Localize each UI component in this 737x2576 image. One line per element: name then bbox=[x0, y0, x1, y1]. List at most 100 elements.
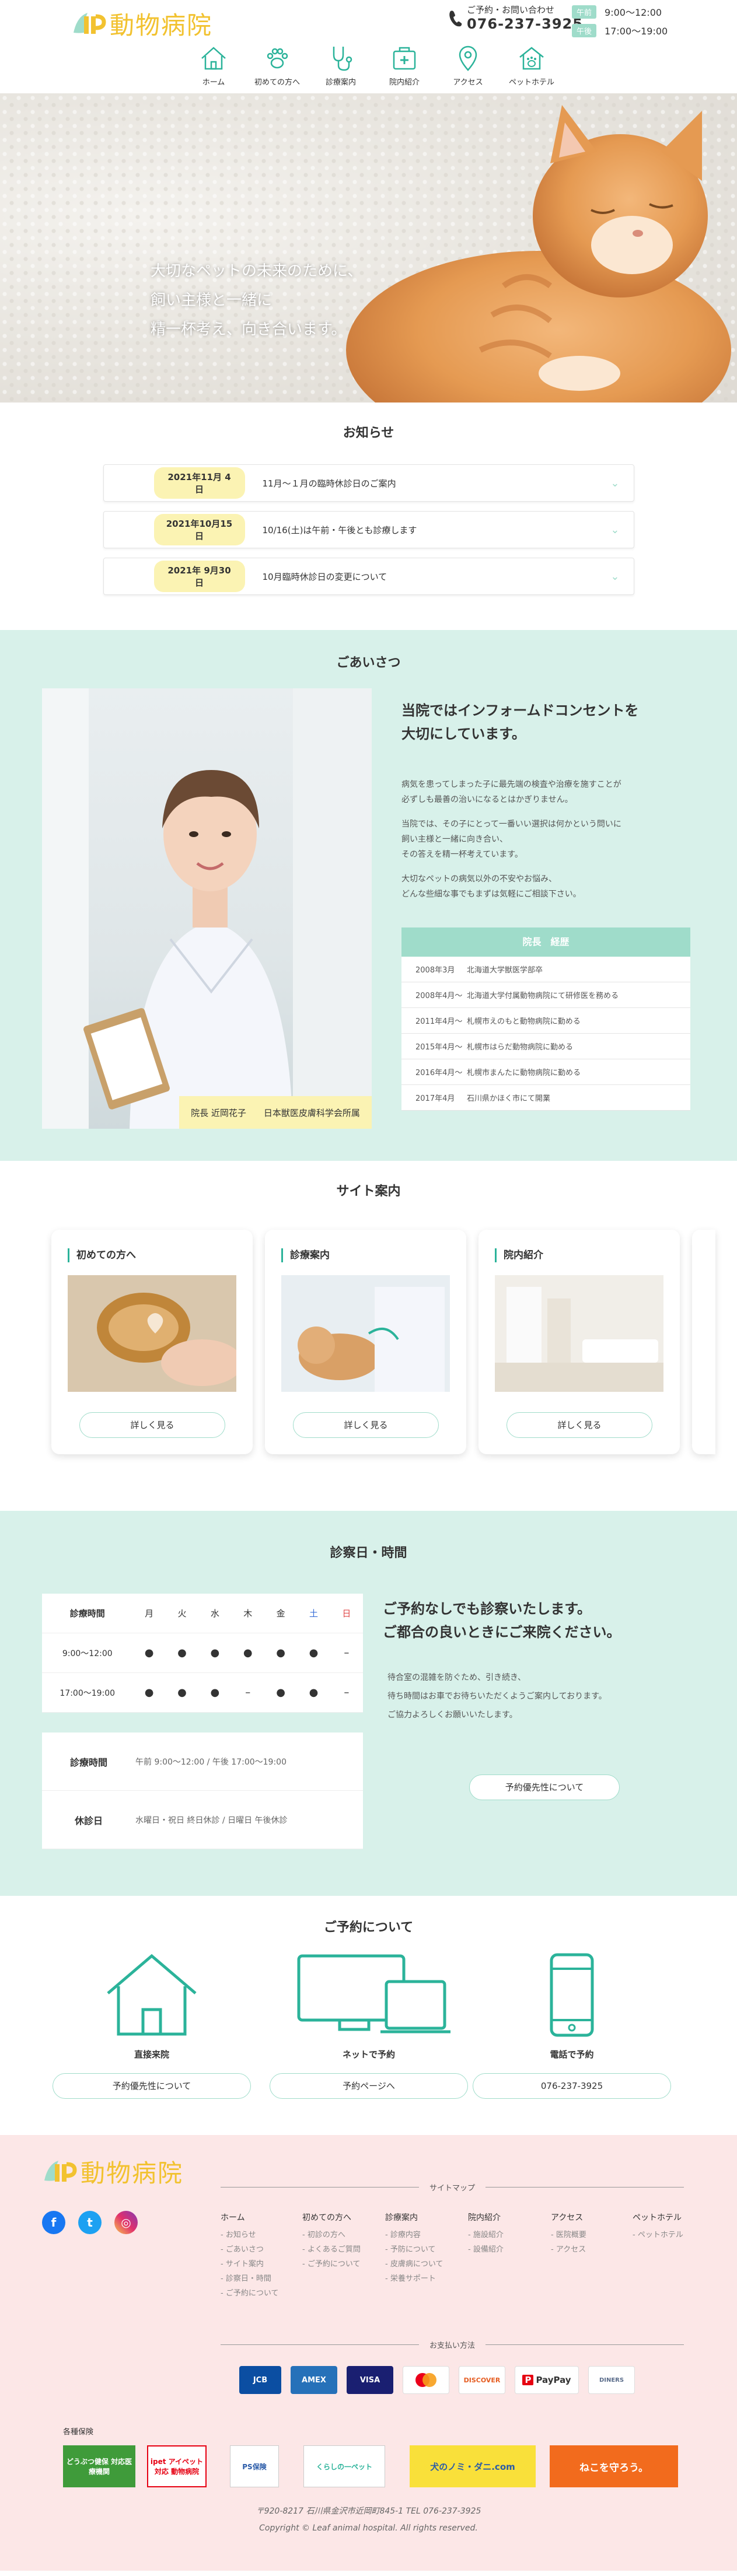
sitemap-head[interactable]: アクセス bbox=[551, 2211, 586, 2225]
news-section: お知らせ 2021年11月 4日 11月〜１月の臨時休診日のご案内 ⌄ 2021… bbox=[0, 402, 737, 630]
sitemap-link[interactable]: - よくあるご質問 bbox=[302, 2242, 361, 2257]
banner-flea-tick[interactable]: 犬のノミ・ダニ.com bbox=[410, 2445, 536, 2487]
career-date: 2016年4月〜 bbox=[415, 1069, 463, 1077]
priority-button[interactable]: 予約優先性について bbox=[469, 1774, 620, 1800]
insurance-ps[interactable]: PS保険 bbox=[230, 2445, 279, 2487]
twitter-icon[interactable]: t bbox=[78, 2211, 102, 2234]
sitemap-link[interactable]: - 診療内容 bbox=[385, 2228, 443, 2242]
sitemap-link[interactable]: - 診察日・時間 bbox=[221, 2272, 278, 2286]
contact-block[interactable]: ご予約・お問い合わせ 076-237-3925 bbox=[448, 4, 583, 32]
hours-cell: ● bbox=[144, 1686, 154, 1699]
insurance-ipet[interactable]: ipet アイペット対応 動物病院 bbox=[147, 2445, 207, 2487]
nav-facility[interactable]: 院内紹介 bbox=[379, 43, 430, 89]
nav-home[interactable]: ホーム bbox=[188, 43, 239, 89]
hours-cell: ● bbox=[177, 1686, 187, 1699]
career-text: 北海道大学獣医学部卒 bbox=[467, 966, 543, 975]
details-button[interactable]: 詳しく見る bbox=[79, 1412, 225, 1438]
sitemap-col: 初めての方へ - 初診の方へ - よくあるご質問 - ご予約について bbox=[302, 2211, 361, 2272]
sitemap-link[interactable]: - アクセス bbox=[551, 2242, 586, 2257]
sitemap-link[interactable]: - ごあいさつ bbox=[221, 2242, 278, 2257]
guide-card-first-visit[interactable]: 初めての方へ 詳しく見る bbox=[51, 1230, 253, 1454]
greeting-line: 大切なペットの病気以外の不安やお悩み、 bbox=[401, 874, 557, 884]
greeting-heading: 当院ではインフォームドコンセントを 大切にしています。 bbox=[401, 699, 639, 746]
news-item[interactable]: 2021年10月15日 10/16(土)は午前・午後とも診療します ⌄ bbox=[103, 511, 634, 548]
pet-hotel-icon bbox=[519, 47, 544, 70]
sitemap-link[interactable]: - 皮膚病について bbox=[385, 2257, 443, 2272]
sitemap-link[interactable]: - お知らせ bbox=[221, 2228, 278, 2242]
career-title: 院長 経歴 bbox=[401, 928, 690, 957]
career-date: 2011年4月〜 bbox=[415, 1017, 463, 1026]
reservation-section: ご予約について 直接来院 予約優先性について ネットで予約 予約ページへ 電話で… bbox=[0, 1896, 737, 2135]
sitemap-link[interactable]: - ご予約について bbox=[302, 2257, 361, 2272]
sitemap-link[interactable]: - 予防について bbox=[385, 2242, 443, 2257]
greeting-heading-line-2: 大切にしています。 bbox=[401, 726, 526, 742]
hours-table-header: 診療時間 月 火 水 木 金 土 日 bbox=[42, 1594, 363, 1633]
nav-pet-hotel[interactable]: ペットホテル bbox=[506, 43, 557, 89]
greeting-line: 病気を患ってしまった子に最先端の検査や治療を施すことが bbox=[401, 780, 621, 789]
sitemap-link[interactable]: - 施設紹介 bbox=[468, 2228, 504, 2242]
sitemap-label: サイトマップ bbox=[210, 2182, 694, 2193]
insurance-kurashi[interactable]: くらしの一ペット bbox=[303, 2445, 385, 2487]
sitemap-link[interactable]: - 初診の方へ bbox=[302, 2228, 361, 2242]
hero-line-2: 飼い主様と一緒に bbox=[151, 292, 273, 309]
sitemap-head[interactable]: 診療案内 bbox=[385, 2211, 443, 2225]
hero-copy: 大切なペットの未来のために、 飼い主様と一緒に 精一杯考え、向き合います。 bbox=[151, 257, 362, 344]
career-date: 2008年3月 bbox=[415, 966, 455, 975]
hours-body-line: 待ち時間はお車でお待ちいただくようご案内しております。 bbox=[387, 1692, 607, 1701]
guide-cards: 初めての方へ 詳しく見る 診療案内 詳しく見る 院内紹介 詳しく見る bbox=[51, 1230, 715, 1454]
paypay-icon: P PayPay bbox=[515, 2366, 579, 2394]
sitemap-head[interactable]: ホーム bbox=[221, 2211, 278, 2225]
career-row: 2011年4月〜 札幌市えのもと動物病院に勤める bbox=[401, 1008, 690, 1034]
waiting-room-image bbox=[495, 1275, 663, 1392]
sitemap-link[interactable]: - ペットホテル bbox=[633, 2228, 683, 2242]
news-item[interactable]: 2021年11月 4日 11月〜１月の臨時休診日のご案内 ⌄ bbox=[103, 464, 634, 502]
guide-card-facility[interactable]: 院内紹介 詳しく見る bbox=[478, 1230, 680, 1454]
phone-button[interactable]: 076-237-3925 bbox=[473, 2073, 671, 2099]
nav-treatment[interactable]: 診療案内 bbox=[315, 43, 366, 89]
guide-title: サイト案内 bbox=[336, 1184, 401, 1199]
insurance-label: 各種保険 bbox=[63, 2428, 94, 2437]
sitemap-link[interactable]: - 設備紹介 bbox=[468, 2242, 504, 2257]
hours-header-cell: 金 bbox=[276, 1608, 285, 1619]
news-text: 11月〜１月の臨時休診日のご案内 bbox=[262, 478, 396, 489]
facebook-icon[interactable]: f bbox=[42, 2211, 65, 2234]
sitemap-head[interactable]: ペットホテル bbox=[633, 2211, 683, 2225]
sitemap-link[interactable]: - 栄養サポート bbox=[385, 2272, 443, 2286]
sitemap-link[interactable]: - サイト案内 bbox=[221, 2257, 278, 2272]
paypay-label: PayPay bbox=[536, 2375, 571, 2385]
sitemap-link[interactable]: - ご予約について bbox=[221, 2286, 278, 2301]
sitemap-head[interactable]: 初めての方へ bbox=[302, 2211, 361, 2225]
guide-card-peek[interactable] bbox=[692, 1230, 715, 1454]
leaf-logo-icon bbox=[44, 2160, 77, 2182]
footer-logo[interactable]: 動物病院 bbox=[42, 2154, 183, 2189]
amex-icon: AMEX bbox=[291, 2366, 337, 2394]
news-item[interactable]: 2021年 9月30日 10月臨時休診日の変更について ⌄ bbox=[103, 558, 634, 595]
career-row: 2008年3月 北海道大学獣医学部卒 bbox=[401, 957, 690, 982]
site-logo[interactable]: 動物病院 bbox=[71, 6, 212, 41]
details-button[interactable]: 詳しく見る bbox=[507, 1412, 652, 1438]
hours-table-row: 9:00〜12:00 ● ● ● ● ● ● – bbox=[42, 1633, 363, 1673]
instagram-icon[interactable]: ◎ bbox=[114, 2211, 138, 2234]
sitemap-link[interactable]: - 医院概要 bbox=[551, 2228, 586, 2242]
card-title: 診療案内 bbox=[281, 1248, 450, 1262]
nav-access[interactable]: アクセス bbox=[442, 43, 494, 89]
smartphone-icon bbox=[550, 1953, 594, 2037]
insurance-anicom[interactable]: どうぶつ健保 対応医療機関 bbox=[63, 2445, 135, 2487]
hours-heading-line-1: ご予約なしでも診察いたします。 bbox=[383, 1601, 591, 1617]
leaf-logo-icon bbox=[71, 9, 107, 38]
jcb-icon: JCB bbox=[239, 2366, 281, 2394]
priority-button[interactable]: 予約優先性について bbox=[53, 2073, 251, 2099]
career-row: 2008年4月〜 北海道大学付属動物病院にて研修医を務める bbox=[401, 982, 690, 1008]
nav-first-visit[interactable]: 初めての方へ bbox=[252, 43, 303, 89]
hours-cell: – bbox=[245, 1686, 251, 1699]
guide-card-treatment[interactable]: 診療案内 詳しく見る bbox=[265, 1230, 466, 1454]
phone-number[interactable]: 076-237-3925 bbox=[467, 16, 583, 32]
chevron-down-icon: ⌄ bbox=[610, 523, 620, 536]
hours-header-cell: 日 bbox=[342, 1608, 351, 1619]
sitemap-head[interactable]: 院内紹介 bbox=[468, 2211, 504, 2225]
reservation-page-button[interactable]: 予約ページへ bbox=[270, 2073, 468, 2099]
banner-protect-cats[interactable]: ねこを守ろう。 bbox=[550, 2445, 678, 2487]
hours-cell: ● bbox=[276, 1686, 285, 1699]
details-button[interactable]: 詳しく見る bbox=[293, 1412, 439, 1438]
hero-line-1: 大切なペットの未来のために、 bbox=[151, 262, 363, 280]
